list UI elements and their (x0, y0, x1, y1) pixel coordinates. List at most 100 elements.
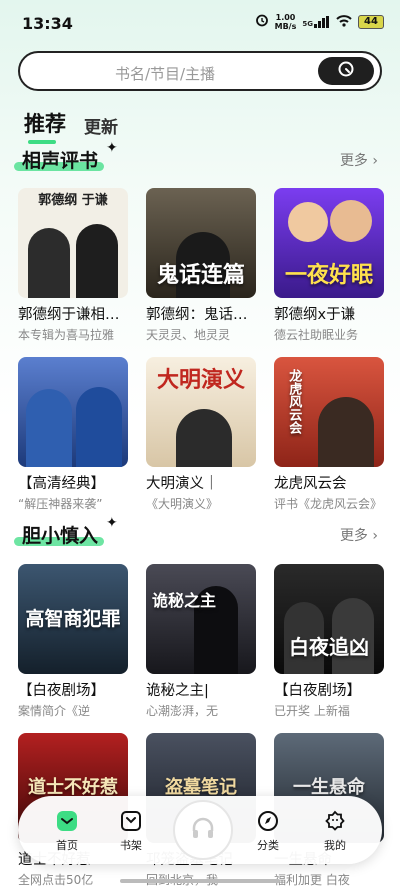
cover-face (330, 200, 372, 242)
section-title: 胆小慎入 (22, 521, 98, 548)
book-subtitle: 评书《龙虎风云会》 (274, 497, 383, 511)
book-card[interactable]: 郭德纲 于谦 郭德纲于谦相声集 本专辑为喜马拉雅 (18, 188, 128, 343)
book-title: 大明演义｜ (146, 476, 219, 492)
cover-text: 诡秘之主 (152, 591, 217, 610)
book-title: 诡秘之主| (146, 683, 209, 699)
book-title: 【白夜剧场】 (274, 683, 361, 699)
net-speed: 1.00 MB/s (275, 13, 297, 31)
section-header-thriller: 胆小慎入 ✦ 更多 › (0, 515, 400, 551)
search-icon (337, 60, 355, 82)
sparkle-icon: ✦ (106, 515, 118, 531)
book-card[interactable]: 一夜好眠 郭德纲x于谦 德云社助眠业务 (274, 188, 384, 343)
book-cover: 诡秘之主 (146, 564, 256, 674)
cover-text: 郭德纲 于谦 (38, 193, 108, 208)
nav-home[interactable]: 首页 (42, 810, 92, 853)
tab-recommend[interactable]: 推荐 (24, 108, 66, 144)
signal-label: 5G (302, 19, 313, 28)
search-input[interactable]: 书名/节目/主播 (18, 51, 382, 91)
book-card[interactable]: 龙虎风云会 龙虎风云会 评书《龙虎风云会》 (274, 357, 384, 512)
book-card[interactable]: 白夜追凶 【白夜剧场】 已开奖 上新福 (274, 564, 384, 719)
home-icon (56, 810, 78, 832)
more-link[interactable]: 更多 › (340, 525, 378, 545)
cover-text: 白夜追凶 (289, 635, 369, 659)
cover-figure (76, 387, 122, 467)
cover-text: 一生悬命 (293, 777, 365, 799)
player-button[interactable] (173, 800, 233, 860)
search-placeholder: 书名/节目/主播 (114, 65, 216, 83)
cover-text: 龙虎风云会 (286, 369, 302, 434)
book-title: 郭德纲于谦相声集 (18, 307, 128, 323)
book-cover: 郭德纲 于谦 (18, 188, 128, 298)
wifi-icon (336, 12, 352, 31)
bottom-navigation: 首页 书架 分类 我的 (18, 796, 382, 864)
book-card[interactable]: 诡秘之主 诡秘之主| 心潮澎湃，无 (146, 564, 256, 719)
headphones-icon (190, 815, 216, 845)
book-subtitle: 全网点击50亿 (18, 873, 94, 887)
nav-label: 书架 (120, 839, 142, 852)
book-subtitle: 福利加更 白夜 (274, 873, 350, 887)
cover-text: 鬼话连篇 (156, 262, 245, 288)
book-subtitle: 天灵灵、地灵灵 (146, 328, 231, 342)
book-card[interactable]: 鬼话连篇 郭德纲：鬼话连篇 天灵灵、地灵灵 (146, 188, 256, 343)
book-subtitle: 德云社助眠业务 (274, 328, 359, 342)
book-subtitle: 案情简介《逆 (18, 704, 91, 718)
nav-label: 我的 (324, 839, 346, 852)
book-subtitle: “解压神器来袭” (18, 497, 103, 511)
book-title: 郭德纲x于谦 (274, 307, 356, 323)
content-tabs: 推荐 更新 (24, 108, 118, 144)
cover-text: 大明演义 (156, 368, 245, 393)
book-subtitle: 已开奖 上新福 (274, 704, 350, 718)
alarm-icon (255, 12, 269, 31)
cover-figure (28, 228, 70, 298)
search-button[interactable] (318, 57, 374, 85)
book-cover: 白夜追凶 (274, 564, 384, 674)
section-header-crosstalk: 相声评书 ✦ 更多 › (0, 140, 400, 176)
book-title: 【高清经典】 (18, 476, 105, 492)
cover-figure (176, 409, 232, 467)
more-link[interactable]: 更多 › (340, 150, 378, 170)
book-title: 龙虎风云会 (274, 476, 347, 492)
net-speed-unit: MB/s (274, 21, 297, 31)
net-speed-value: 1.00 (275, 12, 296, 22)
more-label: 更多 (339, 528, 368, 544)
bookshelf-icon (120, 810, 142, 832)
section-title: 相声评书 (22, 146, 98, 173)
cover-text: 一夜好眠 (284, 262, 373, 288)
nav-bookshelf[interactable]: 书架 (106, 810, 156, 853)
cover-text: 高智商犯罪 (25, 607, 121, 630)
book-cover: 一夜好眠 (274, 188, 384, 298)
tab-update[interactable]: 更新 (84, 113, 118, 138)
profile-icon (324, 810, 346, 832)
book-title: 【白夜剧场】 (18, 683, 105, 699)
nav-label: 首页 (56, 839, 78, 852)
book-grid-crosstalk: 郭德纲 于谦 郭德纲于谦相声集 本专辑为喜马拉雅 鬼话连篇 郭德纲：鬼话连篇 天… (18, 188, 384, 512)
cover-text: 道士不好惹 (28, 777, 118, 799)
book-card[interactable]: 【高清经典】 “解压神器来袭” (18, 357, 128, 512)
home-indicator (120, 879, 280, 883)
book-cover: 龙虎风云会 (274, 357, 384, 467)
sparkle-icon: ✦ (106, 140, 118, 156)
cover-text: 盗墓笔记 (165, 777, 237, 799)
nav-profile[interactable]: 我的 (310, 810, 360, 853)
cover-figure (76, 224, 118, 298)
section-title-text: 胆小慎入 (22, 525, 99, 547)
signal-icon: 5G (302, 15, 330, 28)
book-subtitle: 本专辑为喜马拉雅 (18, 328, 115, 342)
book-cover (18, 357, 128, 467)
book-card[interactable]: 高智商犯罪 【白夜剧场】 案情简介《逆 (18, 564, 128, 719)
cover-figure (26, 389, 72, 467)
book-cover: 鬼话连篇 (146, 188, 256, 298)
book-cover: 大明演义 (146, 357, 256, 467)
battery-indicator: 44 (358, 14, 384, 29)
section-title-text: 相声评书 (22, 150, 99, 172)
book-card[interactable]: 大明演义 大明演义｜ 《大明演义》 (146, 357, 256, 512)
cover-face (288, 202, 328, 242)
book-cover: 高智商犯罪 (18, 564, 128, 674)
status-time: 13:34 (22, 14, 73, 33)
book-subtitle: 《大明演义》 (146, 497, 219, 511)
cover-figure (318, 397, 374, 467)
status-indicators: 1.00 MB/s 5G 44 (255, 12, 384, 31)
nav-category[interactable]: 分类 (243, 810, 293, 853)
nav-label: 分类 (257, 839, 279, 852)
status-bar: 13:34 1.00 MB/s 5G 44 (0, 0, 400, 46)
